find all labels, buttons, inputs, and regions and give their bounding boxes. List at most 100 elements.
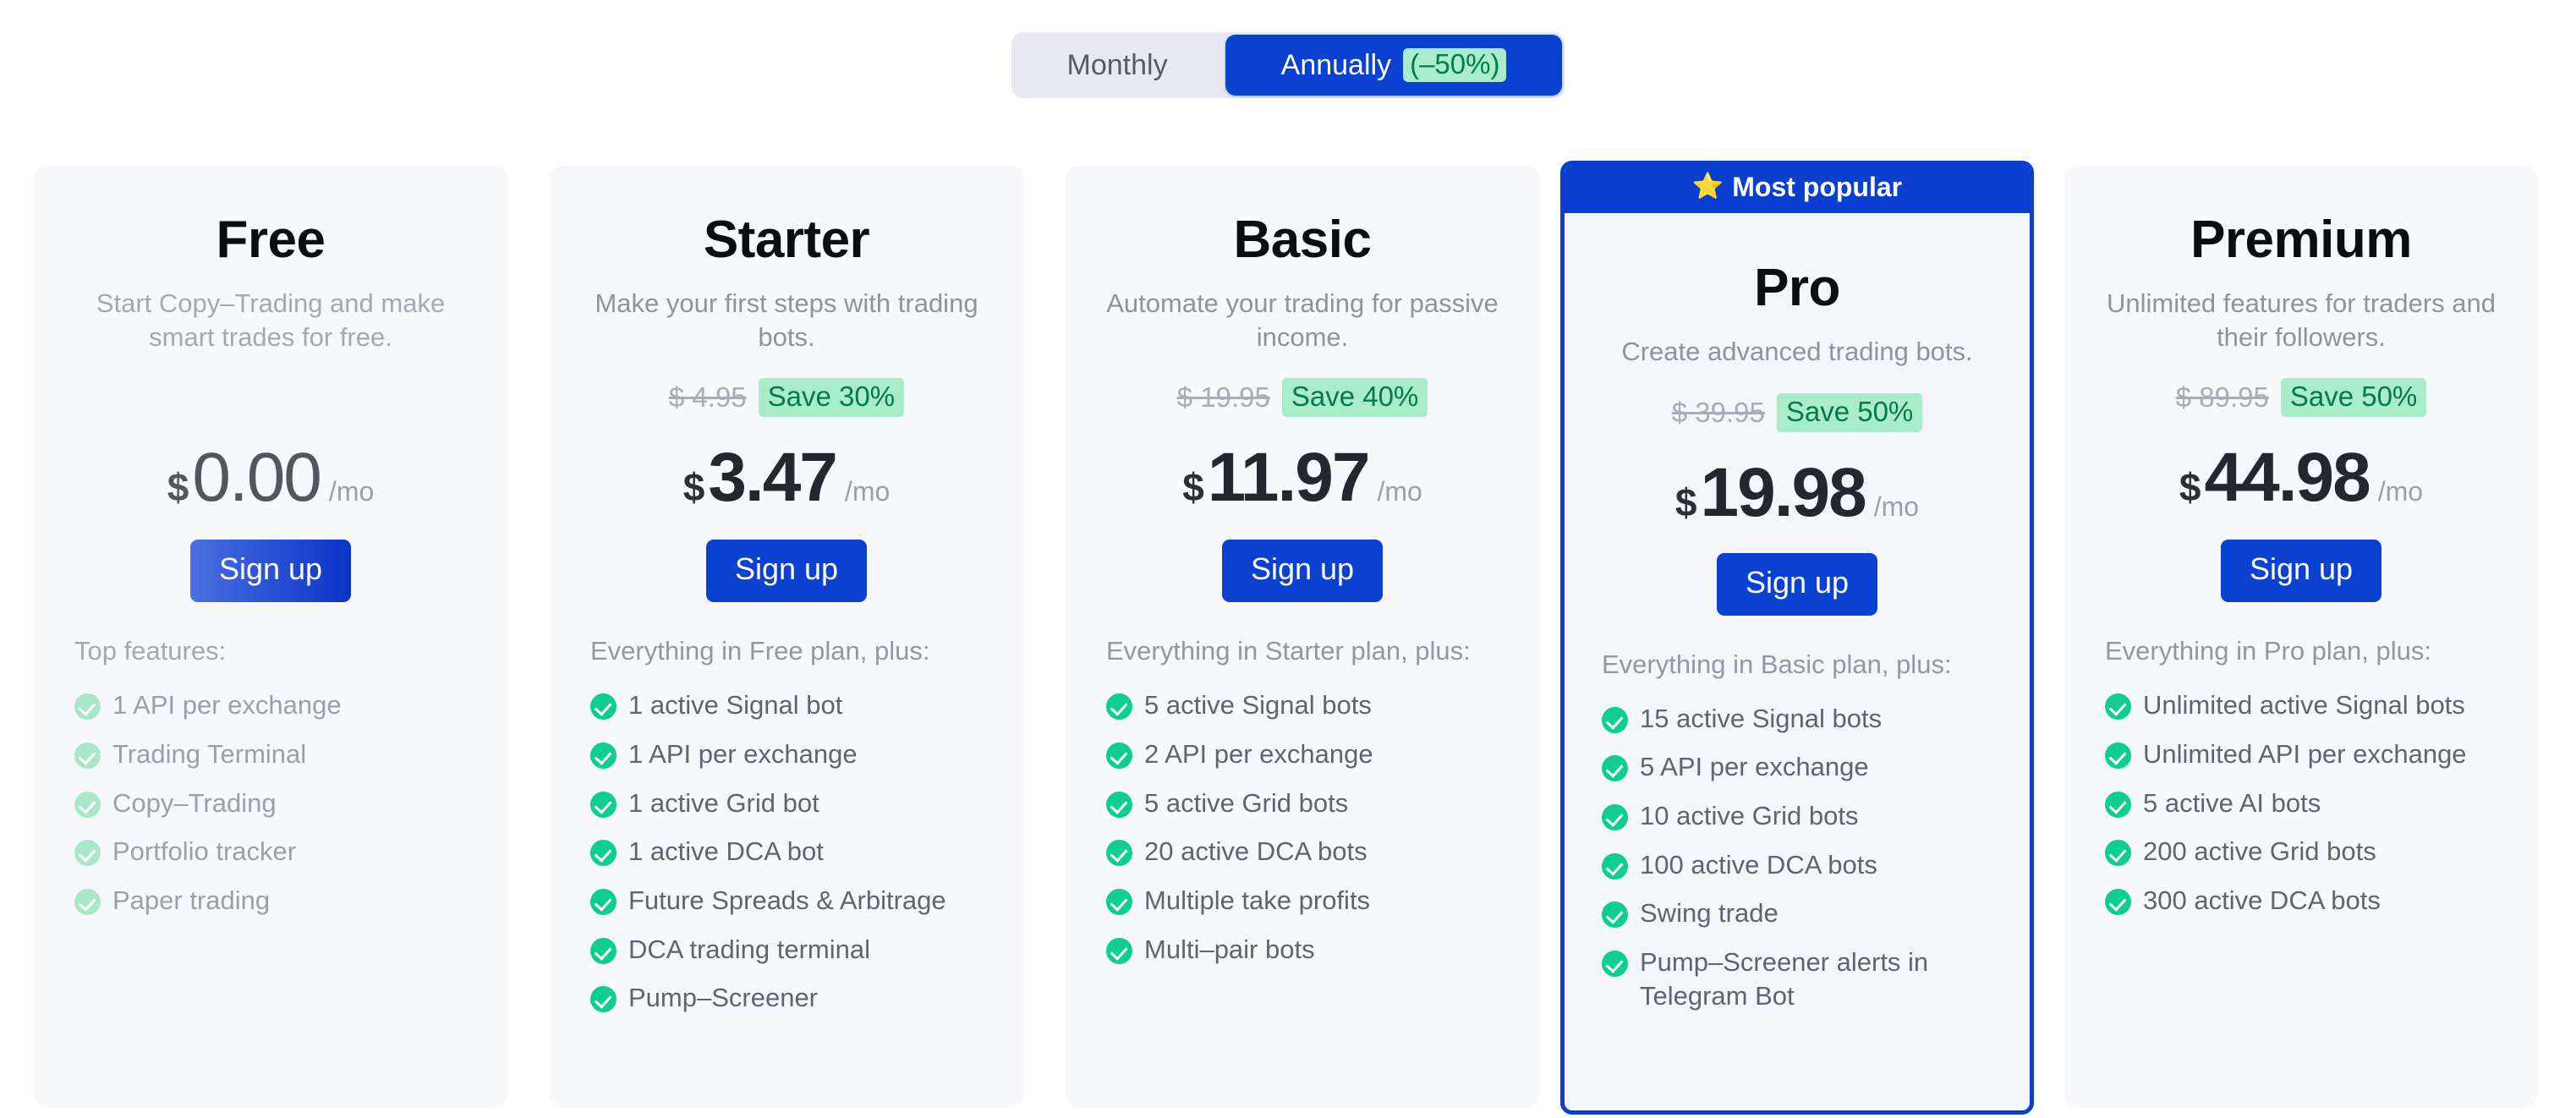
feature-label: Pump–Screener alerts in Telegram Bot xyxy=(1640,947,1929,1011)
check-circle-icon xyxy=(1106,791,1132,818)
feature-label: Unlimited active Signal bots xyxy=(2143,690,2465,721)
pricing-card-pro: ⭐ Most popular Pro Create advanced tradi… xyxy=(1560,161,2034,1115)
check-circle-icon xyxy=(1602,951,1628,978)
feature-label: DCA trading terminal xyxy=(628,934,871,964)
signup-button[interactable]: Sign up xyxy=(189,540,352,603)
feature-label: 5 active Signal bots xyxy=(1144,690,1372,721)
plan-old-price: $ 39.95 xyxy=(1671,396,1765,428)
feature-label: Future Spreads & Arbitrage xyxy=(628,885,946,916)
feature-label: 1 active Grid bot xyxy=(628,787,819,818)
check-circle-icon xyxy=(2105,743,2131,770)
feature-label: 1 API per exchange xyxy=(112,690,342,721)
list-item: Multi–pair bots xyxy=(1106,933,1499,967)
pricing-page: Monthly Annually (–50%) Free Start Copy–… xyxy=(0,0,2576,1118)
list-item: 15 active Signal bots xyxy=(1602,702,1992,736)
list-item: 100 active DCA bots xyxy=(1602,848,1992,882)
pricing-card-starter: Starter Make your first steps with tradi… xyxy=(550,166,1023,1107)
list-item: Trading Terminal xyxy=(74,737,467,771)
toggle-option-annually[interactable]: Annually (–50%) xyxy=(1225,35,1562,96)
feature-label: 1 active DCA bot xyxy=(628,836,824,867)
check-circle-icon xyxy=(1602,852,1628,880)
billing-period-toggle[interactable]: Monthly Annually (–50%) xyxy=(1011,32,1565,98)
plan-discount-row: $ 19.95 Save 40% xyxy=(1106,375,1499,419)
check-circle-icon xyxy=(1602,755,1628,782)
plan-name: Premium xyxy=(2190,211,2412,269)
list-item: 5 active Signal bots xyxy=(1106,688,1499,722)
plan-old-price: $ 4.95 xyxy=(668,381,747,414)
check-circle-icon xyxy=(2105,889,2131,916)
feature-label: Copy–Trading xyxy=(112,787,277,818)
plan-description: Unlimited features for traders and their… xyxy=(2106,288,2497,352)
check-circle-icon xyxy=(1106,840,1132,867)
list-item: Swing trade xyxy=(1602,896,1992,930)
features-list: Unlimited active Signal bots Unlimited A… xyxy=(2105,688,2497,917)
check-circle-icon xyxy=(1602,902,1628,929)
list-item: Unlimited active Signal bots xyxy=(2105,688,2497,722)
list-item: Paper trading xyxy=(74,884,467,918)
feature-label: 5 API per exchange xyxy=(1640,752,1869,782)
pricing-card-premium: Premium Unlimited features for traders a… xyxy=(2064,166,2538,1107)
check-circle-icon xyxy=(590,986,617,1013)
list-item: 1 active DCA bot xyxy=(590,835,983,869)
check-circle-icon xyxy=(590,791,617,818)
features-list: 5 active Signal bots 2 API per exchange … xyxy=(1106,688,1499,966)
plan-period: /mo xyxy=(2377,476,2424,507)
signup-button[interactable]: Sign up xyxy=(2220,540,2382,603)
signup-button[interactable]: Sign up xyxy=(1716,552,1878,616)
list-item: 20 active DCA bots xyxy=(1106,835,1499,869)
plan-price: 19.98 xyxy=(1700,453,1867,531)
plan-price: 0.00 xyxy=(192,439,322,517)
check-circle-icon xyxy=(1602,804,1628,831)
check-circle-icon xyxy=(74,743,101,770)
check-circle-icon xyxy=(74,791,101,818)
feature-label: Multi–pair bots xyxy=(1144,934,1315,964)
list-item: 5 API per exchange xyxy=(1602,750,1992,784)
toggle-annually-label: Annually xyxy=(1280,48,1392,81)
toggle-option-monthly[interactable]: Monthly xyxy=(1011,32,1223,98)
toggle-annual-discount-badge: (–50%) xyxy=(1403,48,1507,82)
feature-label: Multiple take profits xyxy=(1144,885,1371,916)
plan-price-row: $ 0.00 /mo xyxy=(74,438,467,518)
check-circle-icon xyxy=(1602,706,1628,733)
pricing-card-free: Free Start Copy–Trading and make smart t… xyxy=(34,166,507,1107)
list-item: Pump–Screener xyxy=(590,981,983,1015)
plan-name: Free xyxy=(216,211,326,269)
list-item: DCA trading terminal xyxy=(590,933,983,967)
signup-button[interactable]: Sign up xyxy=(1221,540,1384,603)
feature-label: Trading Terminal xyxy=(112,739,307,770)
feature-label: 1 active Signal bot xyxy=(628,690,843,721)
list-item: Unlimited API per exchange xyxy=(2105,737,2497,771)
plan-discount-row: $ 4.95 Save 30% xyxy=(590,375,983,419)
plan-period: /mo xyxy=(844,476,891,507)
feature-label: 200 active Grid bots xyxy=(2143,836,2376,867)
signup-button[interactable]: Sign up xyxy=(705,540,868,603)
list-item: 1 API per exchange xyxy=(74,688,467,722)
list-item: Future Spreads & Arbitrage xyxy=(590,884,983,918)
plan-save-badge: Save 30% xyxy=(758,378,905,418)
plan-save-badge: Save 50% xyxy=(2280,378,2427,418)
plan-description: Automate your trading for passive income… xyxy=(1106,288,1499,352)
list-item: 1 API per exchange xyxy=(590,737,983,771)
list-item: 5 active AI bots xyxy=(2105,786,2497,820)
check-circle-icon xyxy=(2105,840,2131,867)
check-circle-icon xyxy=(74,840,101,867)
plan-save-badge: Save 40% xyxy=(1281,378,1428,418)
feature-label: Paper trading xyxy=(112,885,271,916)
feature-label: 2 API per exchange xyxy=(1144,739,1373,770)
plan-price: 44.98 xyxy=(2204,439,2371,517)
plan-name: Pro xyxy=(1754,259,1840,317)
plan-price: 3.47 xyxy=(708,439,838,517)
check-circle-icon xyxy=(590,889,617,916)
plan-discount-row: $ 39.95 Save 50% xyxy=(1602,391,1992,435)
currency-symbol: $ xyxy=(2179,465,2201,510)
list-item: Portfolio tracker xyxy=(74,835,467,869)
plan-description: Make your first steps with trading bots. xyxy=(595,288,978,352)
feature-label: 100 active DCA bots xyxy=(1640,849,1877,880)
plan-price-row: $ 3.47 /mo xyxy=(590,438,983,518)
features-title: Everything in Starter plan, plus: xyxy=(1106,636,1471,666)
check-circle-icon xyxy=(74,889,101,916)
features-list: 15 active Signal bots 5 API per exchange… xyxy=(1602,702,1992,1013)
plan-save-badge: Save 50% xyxy=(1776,392,1923,432)
list-item: 1 active Grid bot xyxy=(590,786,983,820)
feature-label: 5 active Grid bots xyxy=(1144,787,1349,818)
